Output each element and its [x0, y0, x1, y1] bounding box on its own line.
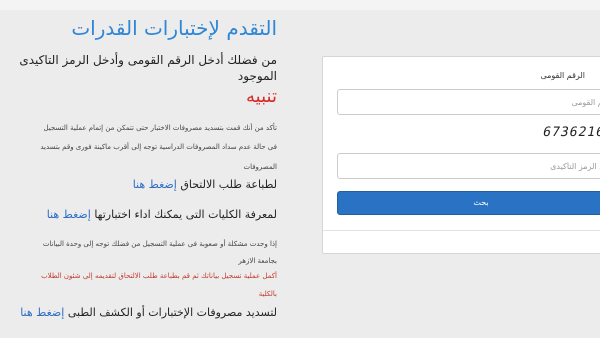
print-application-text: لطباعة طلب الالتحاق	[180, 178, 277, 191]
national-id-label: الرقم القومى	[540, 71, 585, 80]
top-strip	[0, 0, 600, 10]
captcha-image: 6736216	[541, 125, 600, 140]
national-id-input[interactable]	[337, 89, 600, 115]
instruction-enter-line-1: من فضلك أدخل الرقم القومى وأدخل الرمز ال…	[19, 53, 277, 67]
login-form-panel: الرقم القومى 6736216 بحث	[322, 56, 600, 254]
complete-registration-note-line-2: بالكلية	[258, 290, 277, 298]
warning-title: تنبيه	[246, 86, 277, 107]
instruction-enter-line-2: الموجود	[237, 69, 277, 83]
complete-registration-note-line-1: أكمل عملية تسجيل بياناتك ثم قم بطباعة طل…	[41, 272, 277, 280]
pay-fees-line: لتسديد مصروفات الإختبارات أو الكشف الطبى…	[0, 306, 277, 319]
problem-note-line-1: إذا وجدت مشكلة أو صعوبة فى عملية التسجيل…	[42, 240, 277, 248]
print-application-line: لطباعة طلب الالتحاق إضغط هنا	[0, 178, 277, 191]
page-title: التقدم لإختبارات القدرات	[71, 16, 277, 40]
problem-note-line-2: بجامعة الازهر	[238, 257, 277, 265]
panel-divider	[323, 230, 600, 231]
colleges-link[interactable]: إضغط هنا	[47, 208, 91, 221]
warning-note-line-2: فى حالة عدم سداد المصروفات الدراسية توجه…	[40, 143, 277, 151]
page: التقدم لإختبارات القدرات من فضلك أدخل ال…	[0, 0, 600, 338]
print-application-link[interactable]: إضغط هنا	[133, 178, 177, 191]
warning-note-line-1: تأكد من أنك قمت بتسديد مصروفات الاختبار …	[43, 124, 278, 132]
pay-fees-text: لتسديد مصروفات الإختبارات أو الكشف الطبى	[67, 306, 277, 319]
warning-note-line-3: المصروفات	[243, 163, 277, 171]
pay-fees-link[interactable]: إضغط هنا	[20, 306, 64, 319]
colleges-text: لمعرفة الكليات التى يمكنك اداء اختبارتها	[94, 208, 277, 221]
captcha-input[interactable]	[337, 153, 600, 179]
colleges-line: لمعرفة الكليات التى يمكنك اداء اختبارتها…	[0, 208, 277, 221]
search-button[interactable]: بحث	[337, 191, 600, 215]
